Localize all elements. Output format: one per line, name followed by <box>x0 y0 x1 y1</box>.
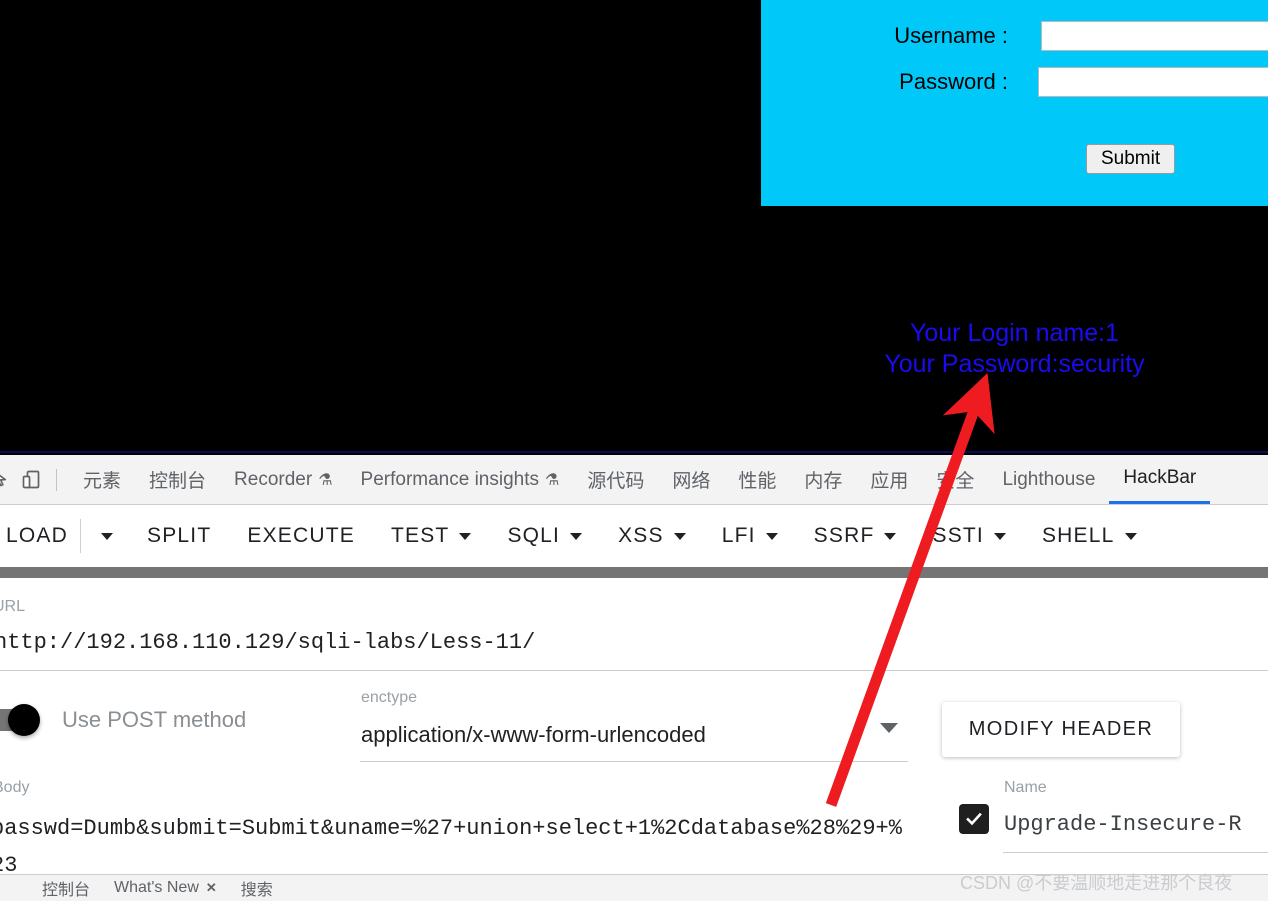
modify-header-button[interactable]: MODIFY HEADER <box>942 702 1180 757</box>
header-enabled-checkbox[interactable] <box>959 804 989 834</box>
body-field-label: Body <box>0 779 30 796</box>
enctype-select-value[interactable]: application/x-www-form-urlencoded <box>361 722 706 748</box>
devtools-drawer: 控制台 What's New ✕ 搜索 <box>0 874 1268 901</box>
drawer-tab-search-label: 搜索 <box>240 882 273 899</box>
toggle-knob <box>8 704 40 736</box>
enctype-field-label: enctype <box>361 689 418 706</box>
drawer-tab-console-label: 控制台 <box>42 882 91 899</box>
drawer-tab-search[interactable]: 搜索 <box>229 875 285 901</box>
header-name-input[interactable]: Upgrade-Insecure-R <box>1004 812 1242 837</box>
header-name-underline <box>1003 852 1268 853</box>
screenshot-root: Username : Password : Submit Your Login … <box>0 0 1268 901</box>
use-post-method-label: Use POST method <box>62 707 247 732</box>
enctype-field-underline <box>360 761 908 762</box>
use-post-method-toggle[interactable]: Use POST method <box>0 704 247 736</box>
close-icon[interactable]: ✕ <box>206 880 217 896</box>
url-field-underline <box>0 670 1268 671</box>
drawer-tab-console[interactable]: 控制台 <box>30 875 102 901</box>
toggle-track <box>0 704 40 736</box>
hackbar-form: URL http://192.168.110.129/sqli-labs/Les… <box>0 0 1268 901</box>
body-input[interactable]: passwd=Dumb&submit=Submit&uname=%27+unio… <box>0 810 906 884</box>
header-name-label: Name <box>1004 779 1047 796</box>
url-field-label: URL <box>0 598 26 615</box>
drawer-tab-whats-new-label: What's New <box>114 879 199 896</box>
drawer-tab-whats-new[interactable]: What's New ✕ <box>102 875 229 901</box>
url-input[interactable]: http://192.168.110.129/sqli-labs/Less-11… <box>0 630 535 655</box>
chevron-down-icon[interactable] <box>880 723 898 733</box>
